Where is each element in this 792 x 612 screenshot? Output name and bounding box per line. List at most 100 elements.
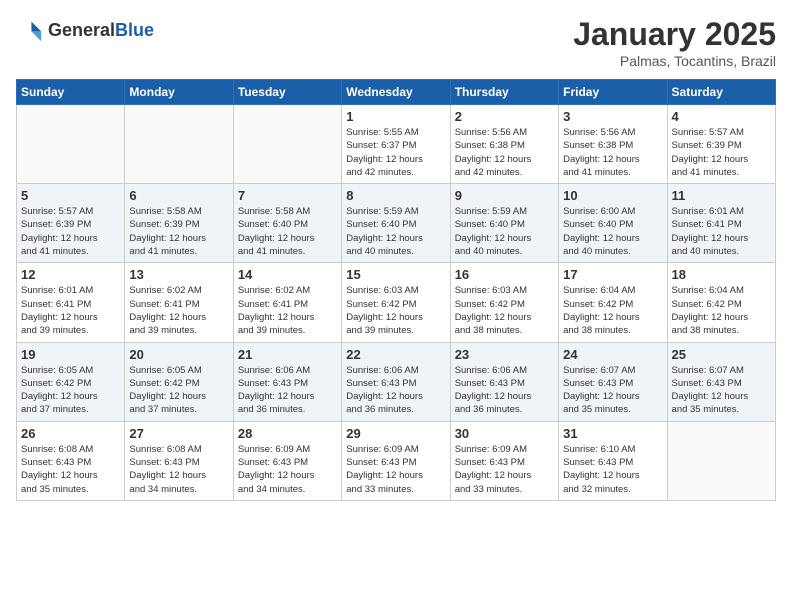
col-saturday: Saturday (667, 80, 775, 105)
title-area: January 2025 Palmas, Tocantins, Brazil (573, 16, 776, 69)
calendar-cell: 14 Sunrise: 6:02 AM Sunset: 6:41 PM Dayli… (233, 263, 341, 342)
calendar-cell: 28Sunrise: 6:09 AM Sunset: 6:43 PM Dayli… (233, 421, 341, 500)
day-info: Sunrise: 5:59 AM Sunset: 6:40 PM Dayligh… (346, 205, 445, 258)
day-info: Sunrise: 6:06 AM Sunset: 6:43 PM Dayligh… (346, 364, 445, 417)
day-number: 28 (238, 426, 337, 441)
calendar-cell (233, 105, 341, 184)
day-info: Sunrise: 6:08 AM Sunset: 6:43 PM Dayligh… (129, 443, 228, 496)
day-info: Sunrise: 5:58 AM Sunset: 6:39 PM Dayligh… (129, 205, 228, 258)
day-number: 24 (563, 347, 662, 362)
calendar-cell: 2Sunrise: 5:56 AM Sunset: 6:38 PM Daylig… (450, 105, 558, 184)
calendar-cell: 15Sunrise: 6:03 AM Sunset: 6:42 PM Dayli… (342, 263, 450, 342)
day-number: 7 (238, 188, 337, 203)
day-number: 22 (346, 347, 445, 362)
header-row: Sunday Monday Tuesday Wednesday Thursday… (17, 80, 776, 105)
calendar-cell: 16 Sunrise: 6:03 AM Sunset: 6:42 PM Dayli… (450, 263, 558, 342)
calendar-cell: 26 Sunrise: 6:08 AM Sunset: 6:43 PM Dayli… (17, 421, 125, 500)
day-number: 16 (455, 267, 554, 282)
col-sunday: Sunday (17, 80, 125, 105)
day-info: Sunrise: 6:01 AM Sunset: 6:41 PM Dayligh… (672, 205, 771, 258)
calendar-cell: 27 Sunrise: 6:08 AM Sunset: 6:43 PM Dayli… (125, 421, 233, 500)
day-info: Sunrise: 6:10 AM Sunset: 6:43 PM Dayligh… (563, 443, 662, 496)
col-wednesday: Wednesday (342, 80, 450, 105)
day-number: 9 (455, 188, 554, 203)
calendar-cell: 4Sunrise: 5:57 AM Sunset: 6:39 PM Daylig… (667, 105, 775, 184)
day-number: 14 (238, 267, 337, 282)
col-tuesday: Tuesday (233, 80, 341, 105)
col-monday: Monday (125, 80, 233, 105)
day-number: 26 (21, 426, 120, 441)
day-info: Sunrise: 6:05 AM Sunset: 6:42 PM Dayligh… (129, 364, 228, 417)
calendar-cell: 8 Sunrise: 5:59 AM Sunset: 6:40 PM Daylig… (342, 184, 450, 263)
calendar-cell: 18 Sunrise: 6:04 AM Sunset: 6:42 PM Dayli… (667, 263, 775, 342)
calendar-cell: 11 Sunrise: 6:01 AM Sunset: 6:41 PM Dayli… (667, 184, 775, 263)
day-info: Sunrise: 5:57 AM Sunset: 6:39 PM Dayligh… (672, 126, 771, 179)
calendar-cell: 31 Sunrise: 6:10 AM Sunset: 6:43 PM Dayli… (559, 421, 667, 500)
header-area: GeneralBlue January 2025 Palmas, Tocanti… (16, 16, 776, 69)
day-number: 3 (563, 109, 662, 124)
day-info: Sunrise: 6:07 AM Sunset: 6:43 PM Dayligh… (563, 364, 662, 417)
day-number: 1 (346, 109, 445, 124)
day-number: 6 (129, 188, 228, 203)
calendar-cell: 7Sunrise: 5:58 AM Sunset: 6:40 PM Daylig… (233, 184, 341, 263)
logo-text-blue: Blue (115, 20, 154, 40)
calendar-row: 26 Sunrise: 6:08 AM Sunset: 6:43 PM Dayli… (17, 421, 776, 500)
calendar-row: 5Sunrise: 5:57 AM Sunset: 6:39 PM Daylig… (17, 184, 776, 263)
day-info: Sunrise: 6:04 AM Sunset: 6:42 PM Dayligh… (563, 284, 662, 337)
day-info: Sunrise: 6:02 AM Sunset: 6:41 PM Dayligh… (238, 284, 337, 337)
day-info: Sunrise: 6:00 AM Sunset: 6:40 PM Dayligh… (563, 205, 662, 258)
day-number: 27 (129, 426, 228, 441)
calendar-cell: 12 Sunrise: 6:01 AM Sunset: 6:41 PM Dayli… (17, 263, 125, 342)
day-number: 12 (21, 267, 120, 282)
day-info: Sunrise: 6:07 AM Sunset: 6:43 PM Dayligh… (672, 364, 771, 417)
calendar-cell: 22 Sunrise: 6:06 AM Sunset: 6:43 PM Dayli… (342, 342, 450, 421)
day-info: Sunrise: 6:01 AM Sunset: 6:41 PM Dayligh… (21, 284, 120, 337)
calendar-cell: 20 Sunrise: 6:05 AM Sunset: 6:42 PM Dayli… (125, 342, 233, 421)
day-info: Sunrise: 6:08 AM Sunset: 6:43 PM Dayligh… (21, 443, 120, 496)
day-number: 15 (346, 267, 445, 282)
day-info: Sunrise: 5:56 AM Sunset: 6:38 PM Dayligh… (455, 126, 554, 179)
calendar-cell: 25 Sunrise: 6:07 AM Sunset: 6:43 PM Dayli… (667, 342, 775, 421)
calendar-cell: 23Sunrise: 6:06 AM Sunset: 6:43 PM Dayli… (450, 342, 558, 421)
day-number: 17 (563, 267, 662, 282)
day-number: 20 (129, 347, 228, 362)
day-number: 18 (672, 267, 771, 282)
day-info: Sunrise: 6:06 AM Sunset: 6:43 PM Dayligh… (455, 364, 554, 417)
calendar-body: 1 Sunrise: 5:55 AM Sunset: 6:37 PM Daylig… (17, 105, 776, 501)
calendar-table: Sunday Monday Tuesday Wednesday Thursday… (16, 79, 776, 501)
day-info: Sunrise: 5:55 AM Sunset: 6:37 PM Dayligh… (346, 126, 445, 179)
day-number: 25 (672, 347, 771, 362)
day-number: 13 (129, 267, 228, 282)
day-info: Sunrise: 5:57 AM Sunset: 6:39 PM Dayligh… (21, 205, 120, 258)
day-info: Sunrise: 6:03 AM Sunset: 6:42 PM Dayligh… (455, 284, 554, 337)
day-info: Sunrise: 6:06 AM Sunset: 6:43 PM Dayligh… (238, 364, 337, 417)
calendar-cell: 5Sunrise: 5:57 AM Sunset: 6:39 PM Daylig… (17, 184, 125, 263)
day-info: Sunrise: 6:02 AM Sunset: 6:41 PM Dayligh… (129, 284, 228, 337)
calendar-row: 1 Sunrise: 5:55 AM Sunset: 6:37 PM Daylig… (17, 105, 776, 184)
month-title: January 2025 (573, 16, 776, 53)
logo: GeneralBlue (16, 16, 154, 44)
calendar-cell: 19 Sunrise: 6:05 AM Sunset: 6:42 PM Dayli… (17, 342, 125, 421)
day-number: 10 (563, 188, 662, 203)
logo-text-general: General (48, 20, 115, 40)
day-number: 21 (238, 347, 337, 362)
day-number: 29 (346, 426, 445, 441)
calendar-cell: 13 Sunrise: 6:02 AM Sunset: 6:41 PM Dayli… (125, 263, 233, 342)
day-number: 31 (563, 426, 662, 441)
calendar-cell (17, 105, 125, 184)
day-number: 11 (672, 188, 771, 203)
calendar-cell: 9Sunrise: 5:59 AM Sunset: 6:40 PM Daylig… (450, 184, 558, 263)
calendar-cell (667, 421, 775, 500)
day-info: Sunrise: 5:56 AM Sunset: 6:38 PM Dayligh… (563, 126, 662, 179)
day-info: Sunrise: 6:09 AM Sunset: 6:43 PM Dayligh… (455, 443, 554, 496)
logo-icon (16, 16, 44, 44)
page-container: GeneralBlue January 2025 Palmas, Tocanti… (0, 0, 792, 509)
day-number: 8 (346, 188, 445, 203)
day-info: Sunrise: 6:09 AM Sunset: 6:43 PM Dayligh… (346, 443, 445, 496)
day-info: Sunrise: 6:05 AM Sunset: 6:42 PM Dayligh… (21, 364, 120, 417)
calendar-cell (125, 105, 233, 184)
day-number: 19 (21, 347, 120, 362)
calendar-row: 12 Sunrise: 6:01 AM Sunset: 6:41 PM Dayli… (17, 263, 776, 342)
calendar-cell: 17 Sunrise: 6:04 AM Sunset: 6:42 PM Dayli… (559, 263, 667, 342)
day-info: Sunrise: 6:04 AM Sunset: 6:42 PM Dayligh… (672, 284, 771, 337)
